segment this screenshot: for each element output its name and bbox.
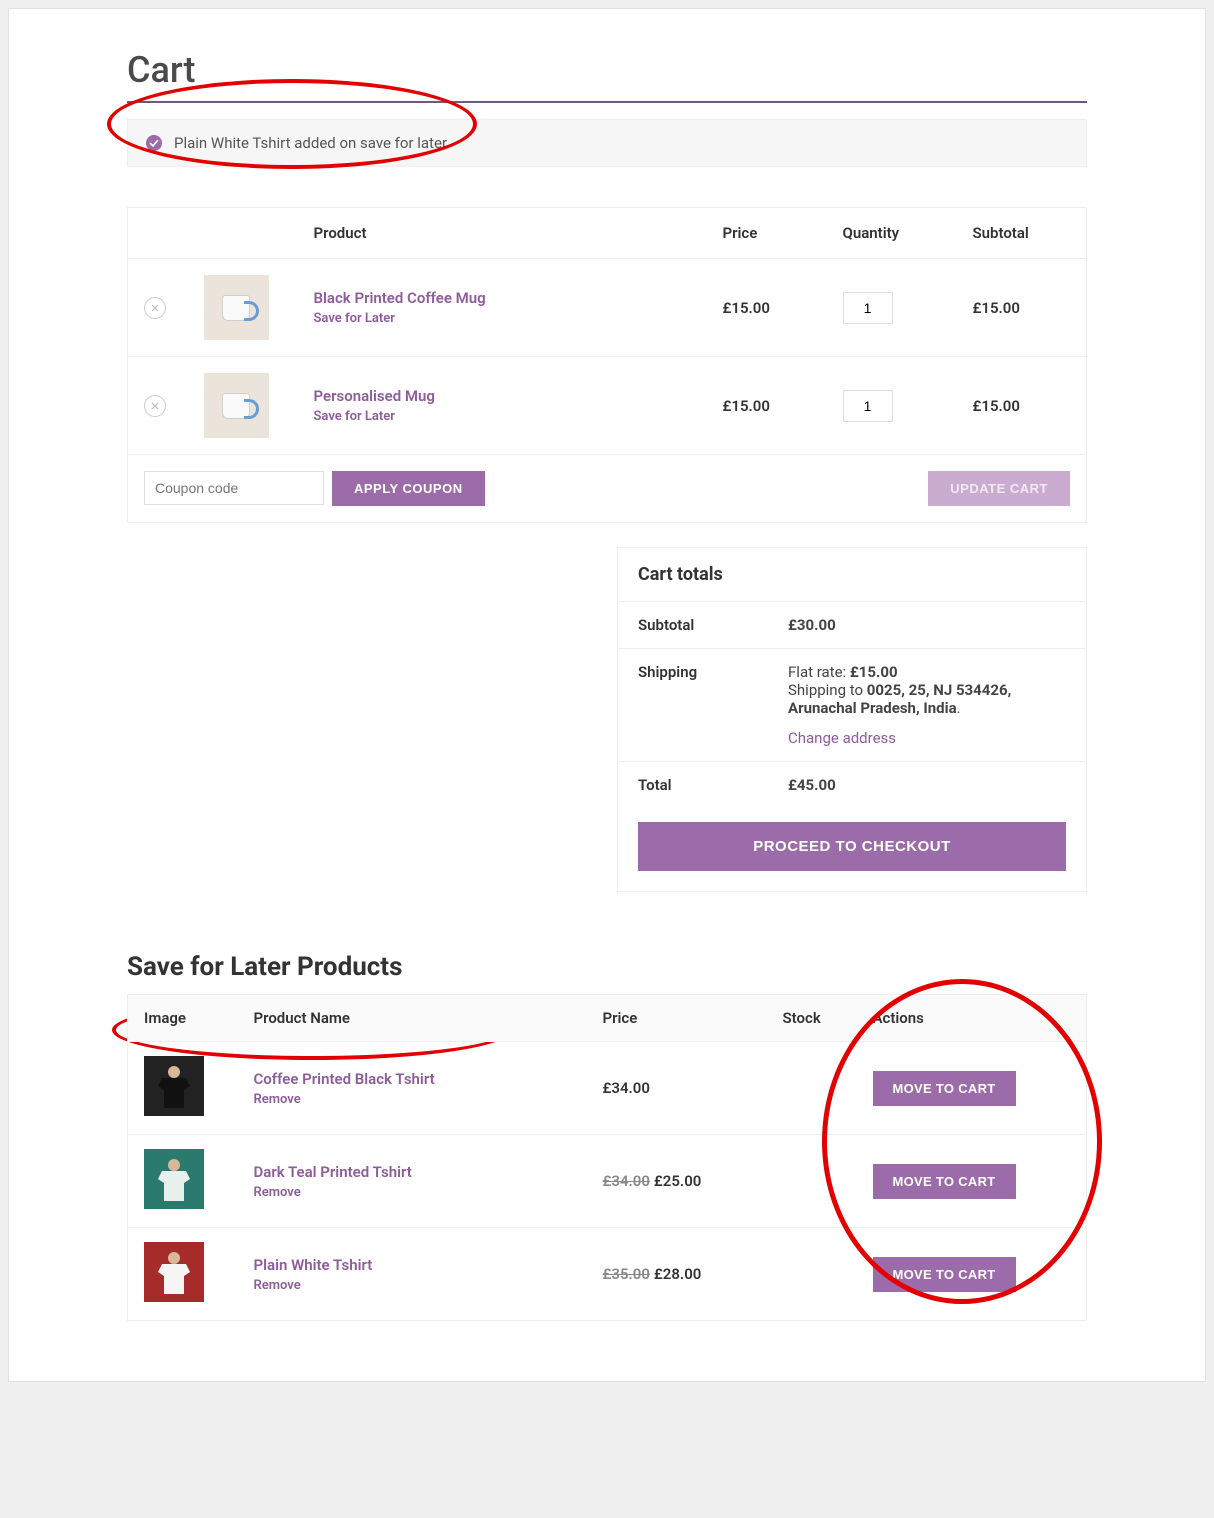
subtotal-label: Subtotal — [638, 616, 788, 634]
col-stock: Stock — [767, 995, 857, 1042]
proceed-to-checkout-button[interactable]: PROCEED TO CHECKOUT — [638, 822, 1066, 871]
remove-saved-link[interactable]: Remove — [254, 1092, 301, 1107]
old-price: £34.00 — [603, 1172, 650, 1190]
item-subtotal: £15.00 — [957, 259, 1087, 357]
flat-rate-label: Flat rate: — [788, 663, 850, 681]
save-for-later-link[interactable]: Save for Later — [314, 311, 395, 326]
page-title: Cart — [127, 49, 1087, 91]
cart-table: Product Price Quantity Subtotal Black Pr… — [127, 207, 1087, 523]
cart-row: Personalised Mug Save for Later £15.00 £15.… — [128, 357, 1087, 455]
col-image: Image — [128, 995, 238, 1042]
product-thumbnail[interactable] — [144, 1242, 204, 1302]
save-for-later-link[interactable]: Save for Later — [314, 409, 395, 424]
item-price: £15.00 — [707, 259, 827, 357]
notice-text: Plain White Tshirt added on save for lat… — [174, 134, 447, 152]
title-divider — [127, 101, 1087, 103]
product-thumbnail[interactable] — [204, 373, 269, 438]
item-subtotal: £15.00 — [957, 357, 1087, 455]
shipping-to-label: Shipping to — [788, 681, 867, 699]
item-price: £15.00 — [707, 357, 827, 455]
current-price: £25.00 — [654, 1172, 701, 1190]
cart-row: Black Printed Coffee Mug Save for Later £1… — [128, 259, 1087, 357]
move-to-cart-button[interactable]: MOVE TO CART — [873, 1071, 1016, 1106]
saved-row: Plain White Tshirt Remove £35.00£28.00 MOVE… — [128, 1228, 1087, 1321]
apply-coupon-button[interactable]: APPLY COUPON — [332, 471, 485, 506]
coupon-input[interactable] — [144, 471, 324, 505]
product-thumbnail[interactable] — [144, 1149, 204, 1209]
col-product: Product — [298, 208, 707, 259]
col-subtotal: Subtotal — [957, 208, 1087, 259]
remove-saved-link[interactable]: Remove — [254, 1185, 301, 1200]
remove-item-button[interactable] — [144, 297, 166, 319]
check-circle-icon — [146, 135, 162, 151]
save-for-later-heading: Save for Later Products — [127, 952, 1087, 982]
move-to-cart-button[interactable]: MOVE TO CART — [873, 1164, 1016, 1199]
flat-rate-value: £15.00 — [850, 663, 898, 681]
col-name: Product Name — [238, 995, 587, 1042]
cart-totals-box: Cart totals Subtotal £30.00 Shipping Fla… — [617, 547, 1087, 892]
current-price: £28.00 — [654, 1265, 701, 1283]
product-name-link[interactable]: Black Printed Coffee Mug — [314, 289, 486, 307]
move-to-cart-button[interactable]: MOVE TO CART — [873, 1257, 1016, 1292]
total-value: £45.00 — [788, 776, 836, 794]
product-name-link[interactable]: Coffee Printed Black Tshirt — [254, 1070, 435, 1088]
old-price: £35.00 — [603, 1265, 650, 1283]
shipping-label: Shipping — [638, 663, 788, 747]
product-name-link[interactable]: Plain White Tshirt — [254, 1256, 373, 1274]
change-address-link[interactable]: Change address — [788, 729, 896, 747]
quantity-input[interactable] — [843, 292, 893, 324]
notice-banner: Plain White Tshirt added on save for lat… — [127, 119, 1087, 167]
update-cart-button[interactable]: UPDATE CART — [928, 471, 1070, 506]
cart-totals-heading: Cart totals — [618, 548, 1086, 602]
quantity-input[interactable] — [843, 390, 893, 422]
total-label: Total — [638, 776, 788, 794]
remove-saved-link[interactable]: Remove — [254, 1278, 301, 1293]
product-thumbnail[interactable] — [144, 1056, 204, 1116]
product-thumbnail[interactable] — [204, 275, 269, 340]
col-quantity: Quantity — [827, 208, 957, 259]
saved-row: Dark Teal Printed Tshirt Remove £34.00£25.… — [128, 1135, 1087, 1228]
remove-item-button[interactable] — [144, 395, 166, 417]
col-price: Price — [707, 208, 827, 259]
col-price: Price — [587, 995, 767, 1042]
saved-row: Coffee Printed Black Tshirt Remove £34.00 M… — [128, 1042, 1087, 1135]
product-name-link[interactable]: Personalised Mug — [314, 387, 435, 405]
saved-products-table: Image Product Name Price Stock Actions C… — [127, 994, 1087, 1321]
current-price: £34.00 — [603, 1079, 650, 1097]
col-actions: Actions — [857, 995, 1087, 1042]
product-name-link[interactable]: Dark Teal Printed Tshirt — [254, 1163, 412, 1181]
subtotal-value: £30.00 — [788, 616, 836, 634]
